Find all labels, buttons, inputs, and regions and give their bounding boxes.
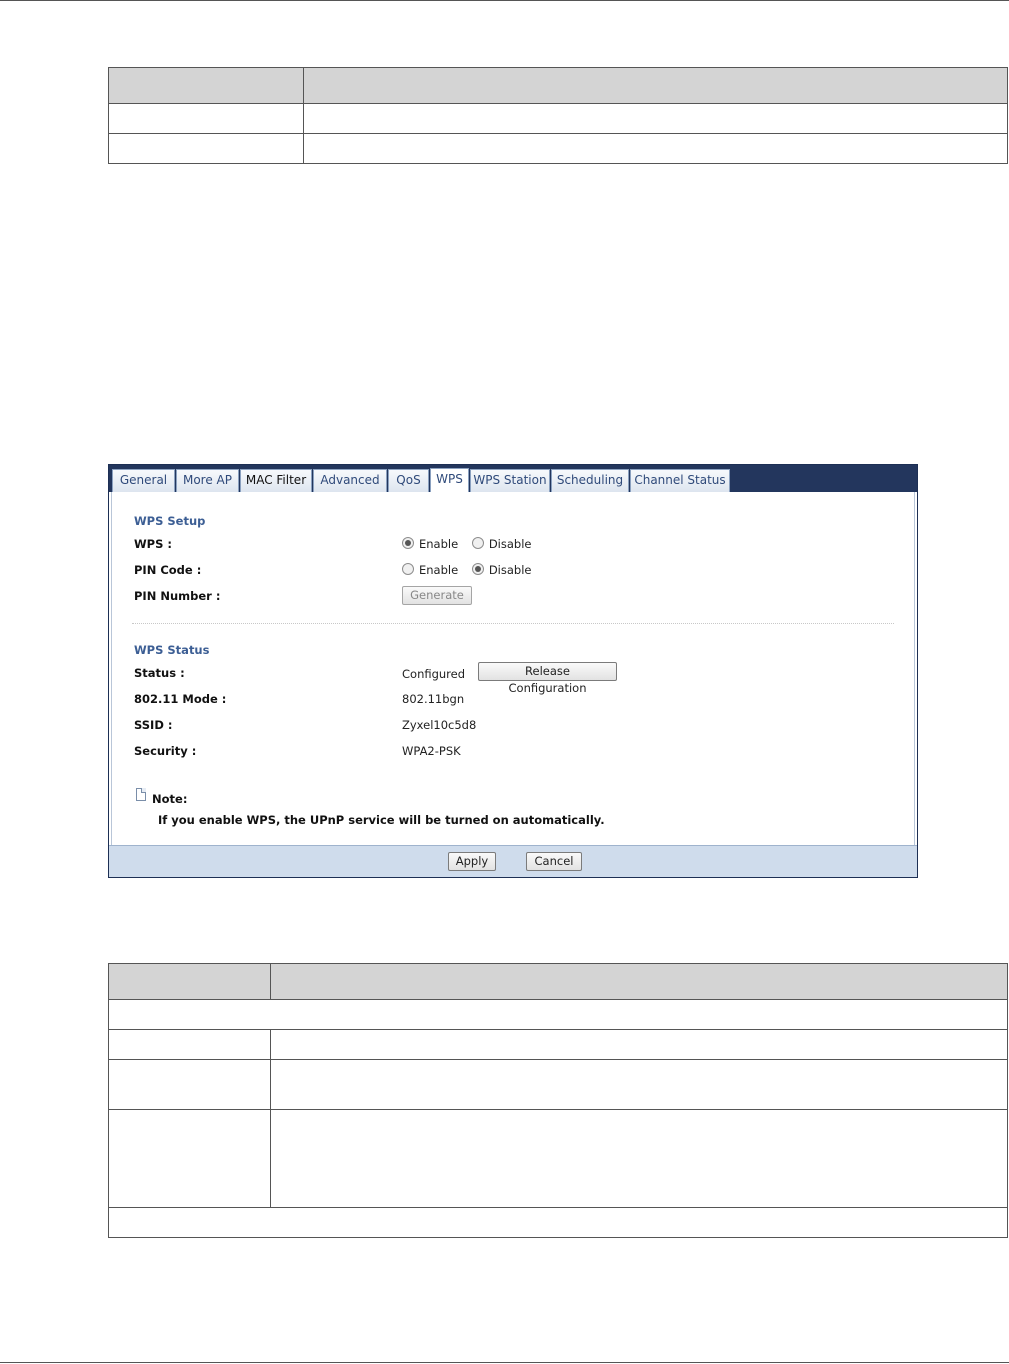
tab-channel-status[interactable]: Channel Status: [630, 469, 730, 492]
page-top-rule: [0, 0, 1009, 1]
section-divider: [132, 623, 894, 624]
top-table-cell: [108, 133, 304, 164]
bottom-table-header-cell: [270, 963, 1008, 1000]
wps-disable-radio[interactable]: [471, 537, 484, 549]
mode-value: 802.11bgn: [402, 692, 465, 706]
cancel-button[interactable]: Cancel: [526, 852, 582, 871]
mode-label: 802.11 Mode :: [134, 692, 227, 706]
top-table-cell: [303, 133, 1008, 164]
tab-advanced[interactable]: Advanced: [313, 469, 387, 492]
wps-enable-radio[interactable]: [402, 537, 414, 549]
bottom-table-cell: [108, 1059, 271, 1110]
tab-qos[interactable]: QoS: [388, 469, 429, 492]
tab-wps[interactable]: WPS: [430, 468, 469, 493]
bottom-table-cell: [270, 1059, 1008, 1110]
pin-enable-radio[interactable]: [402, 563, 414, 575]
bottom-table: [108, 963, 1008, 1238]
wps-radio-group: Enable Disable: [402, 537, 542, 551]
tab-scheduling[interactable]: Scheduling: [551, 469, 629, 492]
apply-button[interactable]: Apply: [448, 852, 496, 871]
pin-code-radio-group: Enable Disable: [402, 563, 542, 577]
wps-status-title: WPS Status: [134, 643, 210, 657]
button-footer: Apply Cancel: [109, 845, 917, 877]
security-label: Security :: [134, 744, 197, 758]
page-bottom-rule: [0, 1362, 1009, 1363]
bottom-table-header-cell: [108, 963, 271, 1000]
status-label: Status :: [134, 666, 185, 680]
top-table-cell: [108, 103, 304, 134]
top-table-header-cell: [108, 67, 304, 104]
tab-more-ap[interactable]: More AP: [176, 469, 239, 492]
security-value: WPA2-PSK: [402, 744, 461, 758]
tab-general[interactable]: General: [112, 469, 175, 492]
pin-disable-radio[interactable]: [471, 563, 484, 575]
bottom-table-cell: [108, 1109, 271, 1208]
wps-setup-title: WPS Setup: [134, 514, 206, 528]
ssid-value: Zyxel10c5d8: [402, 718, 477, 732]
top-table-cell: [303, 103, 1008, 134]
top-table: [108, 67, 1008, 164]
generate-button[interactable]: Generate: [402, 586, 472, 605]
pin-number-label: PIN Number :: [134, 589, 221, 603]
top-table-header-cell: [303, 67, 1008, 104]
bottom-table-cell: [108, 1029, 271, 1060]
wps-label: WPS :: [134, 537, 172, 551]
bottom-table-cell: [108, 1207, 1008, 1238]
pin-disable-label: Disable: [488, 563, 532, 577]
tab-wps-station[interactable]: WPS Station: [470, 469, 550, 492]
wps-settings-panel: General More AP MAC Filter Advanced QoS …: [108, 464, 918, 878]
ssid-label: SSID :: [134, 718, 173, 732]
note-icon: [136, 788, 146, 801]
bottom-table-cell: [108, 999, 1008, 1030]
pin-enable-label: Enable: [419, 563, 459, 577]
tab-bar: General More AP MAC Filter Advanced QoS …: [109, 465, 917, 493]
tab-mac-filter[interactable]: MAC Filter: [240, 469, 312, 492]
bottom-table-cell: [270, 1109, 1008, 1208]
note-text: If you enable WPS, the UPnP service will…: [158, 813, 605, 827]
wps-disable-label: Disable: [488, 537, 532, 551]
tab-content: WPS Setup WPS : Enable Disable PIN Code …: [111, 492, 915, 846]
bottom-table-cell: [270, 1029, 1008, 1060]
release-configuration-button[interactable]: Release Configuration: [478, 662, 617, 695]
status-value: Configured: [402, 667, 466, 681]
pin-code-label: PIN Code :: [134, 563, 202, 577]
wps-enable-label: Enable: [419, 537, 459, 551]
note-title: Note:: [152, 792, 188, 806]
